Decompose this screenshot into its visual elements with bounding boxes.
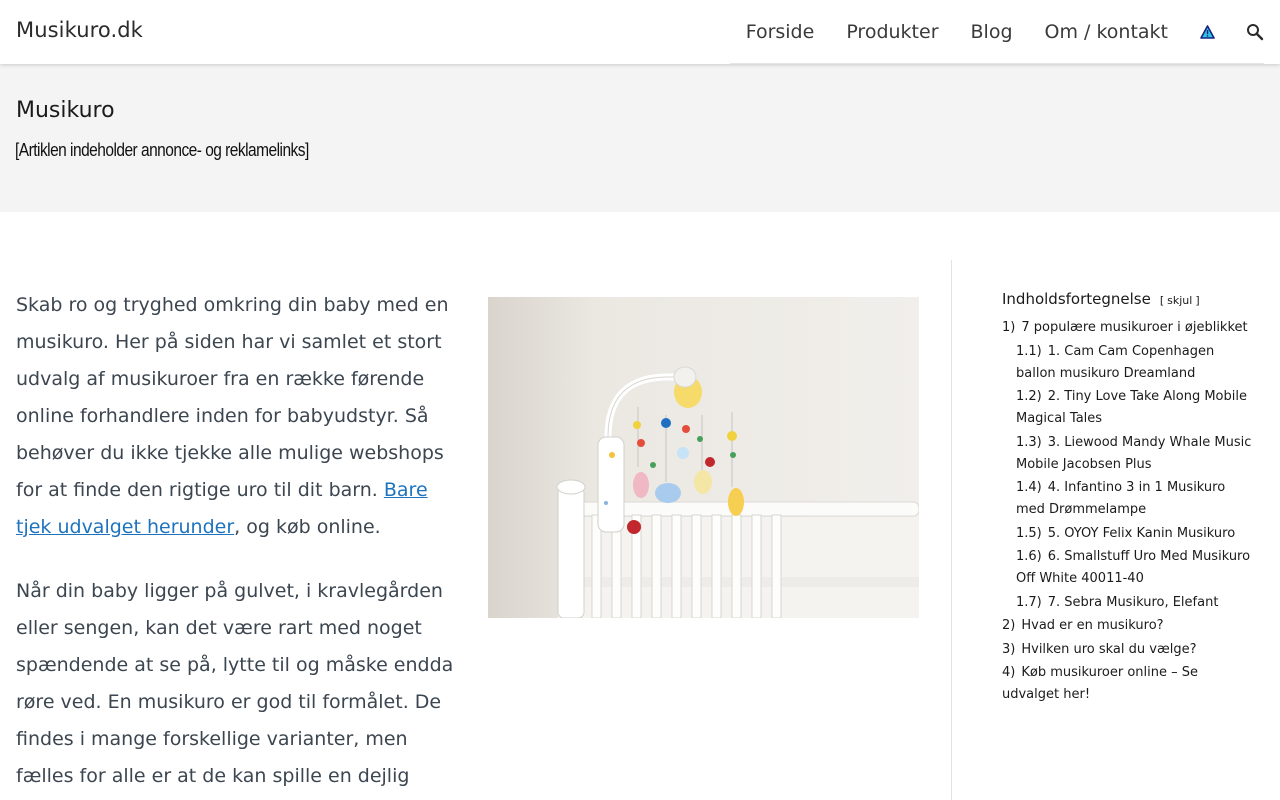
toc-item-label: 2. Tiny Love Take Along Mobile Magical T… — [1016, 389, 1247, 426]
toc-item-number: 1) — [1002, 320, 1016, 335]
toc-item-label: Hvilken uro skal du vælge? — [1021, 641, 1197, 657]
page-title: Musikuro — [16, 98, 115, 123]
toc-item-number: 1.3) — [1016, 434, 1042, 450]
toc-item-label: 1. Cam Cam Copenhagen ballon musikuro Dr… — [1016, 343, 1215, 381]
warning-icon[interactable] — [1200, 24, 1215, 39]
second-paragraph: Når din baby ligger på gulvet, i kravleg… — [16, 580, 454, 787]
table-of-contents: Indholdsfortegnelse [skjul] 1) 7 populære… — [1002, 290, 1252, 708]
nav-item-forside[interactable]: Forside — [746, 0, 815, 64]
toc-item-label: 4. Infantino 3 in 1 Musikuro med Drømmel… — [1016, 480, 1226, 517]
toc-item-number: 1.4) — [1016, 480, 1042, 495]
nav-item-blog[interactable]: Blog — [971, 0, 1013, 64]
toc-item[interactable]: 1.3) 3. Liewood Mandy Whale Music Mobile … — [1002, 432, 1252, 476]
toc-item[interactable]: 1.2) 2. Tiny Love Take Along Mobile Magic… — [1002, 386, 1252, 430]
toc-item-number: 1.6) — [1016, 549, 1042, 564]
toc-title: Indholdsfortegnelse — [1002, 290, 1151, 308]
intro-text-tail: , og køb online. — [234, 516, 381, 538]
toc-item-number: 2) — [1002, 618, 1016, 633]
nav-item-om-kontakt[interactable]: Om / kontakt — [1045, 0, 1168, 64]
toc-item-label: 3. Liewood Mandy Whale Music Mobile Jaco… — [1016, 434, 1252, 472]
toc-bracket-open: [ — [1159, 294, 1165, 307]
page-title-band: Musikuro [Artiklen indeholder annonce- o… — [0, 64, 1280, 212]
toc-item[interactable]: 1.6) 6. Smallstuff Uro Med Musikuro Off W… — [1002, 546, 1252, 590]
toc-item-number: 1.2) — [1016, 389, 1042, 404]
site-header: Musikuro.dk Forside Produkter Blog Om / … — [0, 0, 1280, 64]
toc-item-number: 1.1) — [1016, 343, 1042, 359]
toc-item-number: 1.7) — [1016, 594, 1042, 610]
main-nav: Forside Produkter Blog Om / kontakt — [729, 0, 1264, 64]
nav-item-produkter[interactable]: Produkter — [846, 0, 938, 64]
toc-item[interactable]: 1.7) 7. Sebra Musikuro, Elefant — [1002, 592, 1252, 614]
toc-hide-link[interactable]: skjul — [1167, 294, 1192, 307]
toc-item[interactable]: 1.1) 1. Cam Cam Copenhagen ballon musikur… — [1002, 341, 1252, 385]
toc-bracket-close: ] — [1195, 294, 1200, 307]
search-icon[interactable] — [1246, 23, 1264, 41]
toc-item[interactable]: 3) Hvilken uro skal du vælge? — [1002, 639, 1252, 661]
toc-item[interactable]: 4) Køb musikuroer online – Se udvalget he… — [1002, 662, 1252, 706]
article-body: Skab ro og tryghed omkring din baby med … — [16, 287, 454, 800]
toc-item[interactable]: 1) 7 populære musikuroer i øjeblikket — [1002, 317, 1252, 339]
toc-item[interactable]: 1.4) 4. Infantino 3 in 1 Musikuro med Drø… — [1002, 477, 1252, 521]
site-title-link[interactable]: Musikuro.dk — [16, 18, 143, 42]
toc-item-label: Køb musikuroer online – Se udvalget her! — [1002, 665, 1199, 702]
toc-item-label: Hvad er en musikuro? — [1021, 618, 1164, 633]
intro-text: Skab ro og tryghed omkring din baby med … — [16, 294, 449, 501]
toc-item[interactable]: 1.5) 5. OYOY Felix Kanin Musikuro — [1002, 523, 1252, 545]
sidebar-divider — [951, 260, 952, 800]
toc-toggle: [skjul] — [1160, 294, 1200, 307]
toc-item-label: 7 populære musikuroer i øjeblikket — [1021, 320, 1248, 335]
intro-paragraph: Skab ro og tryghed omkring din baby med … — [16, 287, 454, 546]
toc-item-label: 5. OYOY Felix Kanin Musikuro — [1047, 525, 1236, 541]
toc-header: Indholdsfortegnelse [skjul] — [1002, 290, 1252, 308]
hero-image-crib-mobile — [488, 297, 919, 618]
toc-item-number: 3) — [1002, 641, 1016, 657]
toc-item-number: 4) — [1002, 665, 1016, 680]
ad-disclaimer: [Artiklen indeholder annonce- og reklame… — [15, 140, 309, 160]
toc-list: 1) 7 populære musikuroer i øjeblikket 1.1… — [1002, 317, 1252, 706]
toc-item-number: 1.5) — [1016, 525, 1042, 541]
toc-item-label: 7. Sebra Musikuro, Elefant — [1047, 594, 1219, 610]
toc-item-label: 6. Smallstuff Uro Med Musikuro Off White… — [1016, 549, 1251, 586]
toc-item[interactable]: 2) Hvad er en musikuro? — [1002, 615, 1252, 637]
